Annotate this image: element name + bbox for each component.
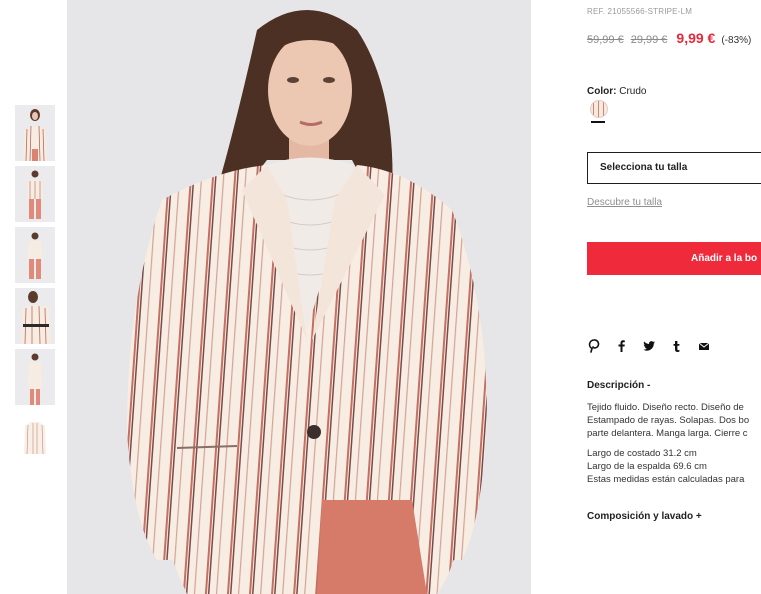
description-text: Tejido fluido. Diseño recto. Diseño de E… [587,401,749,486]
original-price: 59,99 € [587,34,624,46]
color-label: Color: [587,86,617,97]
twitter-icon[interactable] [642,339,656,353]
find-size-link[interactable]: Descubre tu talla [587,197,662,208]
thumbnail-1[interactable] [15,105,55,161]
description-line: Estas medidas están calculadas para [587,474,745,485]
thumbnail-3[interactable] [15,227,55,283]
description-line: parte delantera. Manga larga. Cierre c [587,428,748,439]
thumbnail-6[interactable] [15,410,55,466]
color-label-row: Color: Crudo [587,86,646,97]
thumbnail-2[interactable] [15,166,55,222]
product-info-panel: REF. 21055566-STRIPE-LM 59,99 € 29,99 € 9,… [587,0,761,594]
size-select[interactable]: Selecciona tu talla [587,152,761,184]
description-line: Largo de la espalda 69.6 cm [587,461,707,472]
description-line: Tejido fluido. Diseño recto. Diseño de [587,402,744,413]
thumbnail-4[interactable] [15,288,55,344]
add-to-cart-button[interactable]: Añadir a la bo [587,242,761,275]
product-reference: REF. 21055566-STRIPE-LM [587,7,693,16]
description-title[interactable]: Descripción - [587,380,650,391]
color-swatch-crudo[interactable] [590,100,608,118]
email-icon[interactable] [697,339,711,353]
description-line: Largo de costado 31.2 cm [587,448,697,459]
share-icons [587,337,720,353]
description-line: Estampado de rayas. Solapas. Dos bo [587,415,750,426]
pinterest-icon[interactable] [587,338,601,353]
facebook-icon[interactable] [614,339,628,353]
previous-price: 29,99 € [630,34,668,46]
sale-price: 9,99 € [676,30,716,46]
price-row: 59,99 € 29,99 € 9,99 € (-83%) [587,30,751,46]
thumbnail-5[interactable] [15,349,55,405]
product-main-image[interactable] [67,0,531,594]
composition-toggle[interactable]: Composición y lavado + [587,511,702,522]
discount-badge: (-83%) [721,35,752,46]
color-value: Crudo [619,86,647,97]
tumblr-icon[interactable] [669,339,683,353]
selected-swatch-indicator [591,121,605,123]
